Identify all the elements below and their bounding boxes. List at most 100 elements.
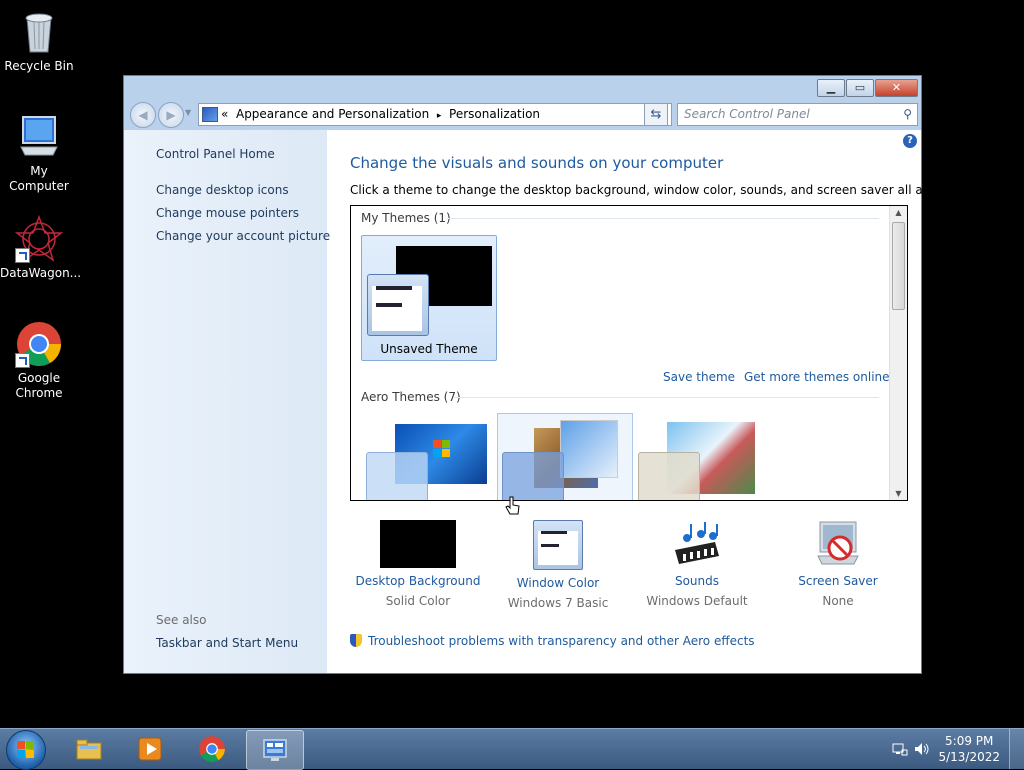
theme-windows-7[interactable]: [361, 414, 495, 500]
breadcrumb-appearance[interactable]: Appearance and Personalization: [236, 107, 429, 121]
help-icon[interactable]: ?: [903, 134, 917, 148]
shortcut-arrow-icon: [15, 248, 30, 263]
setting-value: Solid Color: [385, 594, 451, 608]
theme-list[interactable]: My Themes (1) Unsaved Theme Save theme G…: [350, 205, 908, 501]
volume-icon[interactable]: [914, 741, 930, 757]
search-icon[interactable]: ⚲: [903, 104, 912, 125]
theme-preview-stack: [560, 420, 618, 478]
recent-pages-dropdown[interactable]: ▼: [185, 108, 191, 117]
desktop-icon-chrome[interactable]: Google Chrome: [0, 320, 78, 401]
theme-preview-window: [638, 452, 700, 500]
desktop-icon-label: My Computer: [9, 164, 69, 193]
setting-name[interactable]: Desktop Background: [348, 574, 488, 588]
breadcrumb-overflow[interactable]: «: [221, 107, 228, 121]
window-color-setting[interactable]: Window Color Windows 7 Basic: [488, 520, 628, 610]
taskbar-file-explorer[interactable]: [61, 730, 117, 768]
refresh-button[interactable]: ⇆: [644, 103, 668, 126]
network-icon[interactable]: [892, 741, 908, 757]
setting-name[interactable]: Window Color: [488, 576, 628, 590]
get-more-themes-link[interactable]: Get more themes online: [744, 370, 890, 384]
page-subtitle: Click a theme to change the desktop back…: [350, 183, 964, 197]
change-account-picture-link[interactable]: Change your account picture: [156, 229, 330, 243]
windows-logo-icon: [17, 741, 34, 758]
breadcrumb-personalization[interactable]: Personalization: [449, 107, 540, 121]
desktop-icon-datawagon[interactable]: DataWagon...: [0, 214, 82, 281]
sounds-icon: [671, 520, 723, 568]
group-divider: [453, 397, 879, 398]
theme-list-scrollbar[interactable]: ▲ ▼: [889, 206, 907, 500]
change-mouse-pointers-link[interactable]: Change mouse pointers: [156, 206, 299, 220]
taskbar-control-panel[interactable]: [246, 730, 304, 770]
theme-label: Unsaved Theme: [380, 342, 478, 356]
desktop-background-icon: [380, 520, 456, 568]
left-pane: Control Panel Home Change desktop icons …: [124, 130, 330, 673]
setting-value: Windows 7 Basic: [507, 596, 609, 610]
troubleshoot-link[interactable]: Troubleshoot problems with transparency …: [350, 634, 755, 648]
theme-preview-window: [366, 452, 428, 500]
system-tray: 5:09 PM 5/13/2022: [884, 729, 1024, 769]
setting-value: None: [822, 594, 854, 608]
breadcrumb-separator-icon[interactable]: ▸: [437, 111, 442, 121]
file-explorer-icon: [76, 739, 102, 760]
theme-architecture[interactable]: [497, 413, 633, 500]
refresh-icon: ⇆: [650, 107, 662, 122]
maximize-icon: ▭: [854, 81, 866, 94]
maximize-button[interactable]: ▭: [846, 79, 874, 97]
chrome-icon: [199, 736, 225, 762]
desktop-background-setting[interactable]: Desktop Background Solid Color: [348, 520, 488, 608]
control-panel-home-link[interactable]: Control Panel Home: [156, 147, 275, 161]
back-button[interactable]: ◀: [130, 102, 156, 128]
search-placeholder: Search Control Panel: [684, 107, 810, 121]
control-panel-icon: [202, 107, 218, 122]
screen-saver-setting[interactable]: Screen Saver None: [768, 520, 908, 608]
aero-themes-header: Aero Themes (7): [361, 390, 461, 404]
search-input[interactable]: Search Control Panel ⚲: [677, 103, 918, 126]
group-divider: [447, 218, 879, 219]
setting-name[interactable]: Screen Saver: [768, 574, 908, 588]
screen-saver-icon: [814, 520, 862, 568]
taskbar-media-player[interactable]: [122, 730, 178, 768]
page-title: Change the visuals and sounds on your co…: [350, 154, 724, 172]
system-clock[interactable]: 5:09 PM 5/13/2022: [938, 733, 1000, 765]
setting-name[interactable]: Sounds: [627, 574, 767, 588]
my-themes-header: My Themes (1): [361, 211, 451, 225]
media-player-icon: [138, 737, 162, 761]
clock-date: 5/13/2022: [938, 750, 1000, 764]
window-color-icon: [533, 520, 583, 570]
close-icon: ✕: [891, 81, 902, 94]
theme-nature[interactable]: [633, 414, 767, 500]
scroll-thumb[interactable]: [892, 222, 905, 310]
start-button[interactable]: [6, 730, 46, 770]
save-theme-link[interactable]: Save theme: [663, 370, 735, 384]
desktop-icon-label: Recycle Bin: [4, 59, 74, 73]
sounds-setting[interactable]: Sounds Windows Default: [627, 520, 767, 608]
address-bar[interactable]: « Appearance and Personalization ▸ Perso…: [198, 103, 672, 126]
close-button[interactable]: ✕: [875, 79, 918, 97]
navigation-bar: ◀ ▶ ▼ « Appearance and Personalization ▸…: [124, 100, 921, 130]
theme-preview-window: [367, 274, 429, 336]
minimize-icon: ▁: [826, 81, 836, 94]
mouse-cursor-hand-icon: [505, 495, 521, 519]
taskbar-start-menu-link[interactable]: Taskbar and Start Menu: [156, 636, 298, 650]
troubleshoot-label[interactable]: Troubleshoot problems with transparency …: [368, 634, 755, 648]
see-also-heading: See also: [156, 613, 207, 627]
setting-value: Windows Default: [646, 594, 748, 608]
clock-time: 5:09 PM: [945, 734, 994, 748]
control-panel-icon: [263, 739, 287, 761]
show-desktop-button[interactable]: [1009, 729, 1024, 769]
desktop-icon-my-computer[interactable]: My Computer: [0, 113, 78, 194]
back-arrow-icon: ◀: [138, 108, 148, 122]
desktop-icon-label: DataWagon...: [0, 266, 82, 280]
forward-button[interactable]: ▶: [158, 102, 184, 128]
desktop-icon-recycle-bin[interactable]: Recycle Bin: [0, 8, 78, 74]
datawagon-icon: [14, 214, 64, 263]
minimize-button[interactable]: ▁: [817, 79, 845, 97]
chrome-icon: [15, 320, 63, 368]
change-desktop-icons-link[interactable]: Change desktop icons: [156, 183, 289, 197]
taskbar-chrome[interactable]: [184, 730, 240, 768]
theme-unsaved[interactable]: Unsaved Theme: [361, 235, 497, 361]
desktop-icon-label: Google Chrome: [15, 371, 63, 400]
scroll-down-icon[interactable]: ▼: [890, 489, 907, 498]
shield-icon: [350, 634, 362, 647]
scroll-up-icon[interactable]: ▲: [890, 208, 907, 217]
